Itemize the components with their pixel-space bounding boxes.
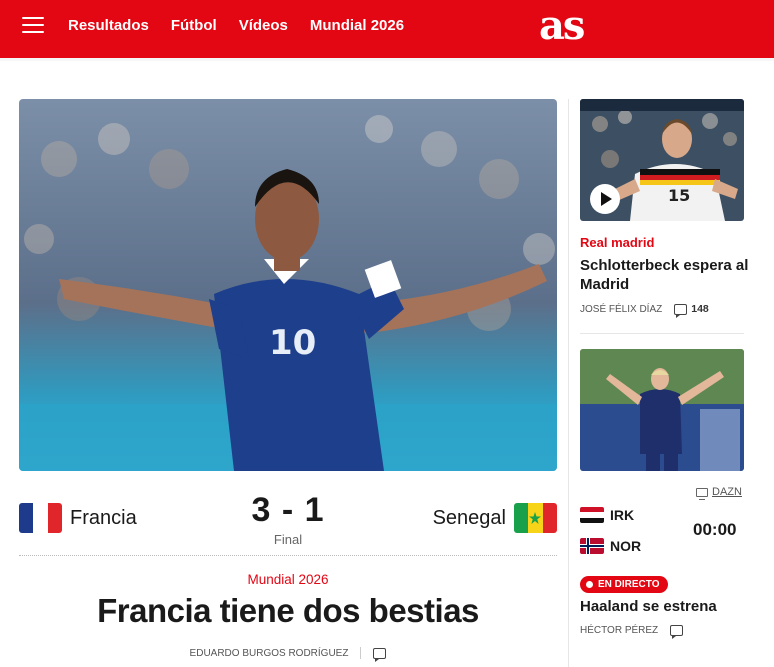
comment-count[interactable]: 148 — [674, 303, 709, 318]
author-name[interactable]: EDUARDO BURGOS RODRÍGUEZ — [190, 648, 349, 659]
side-card-2-title[interactable]: Haaland se estrena — [580, 598, 717, 615]
side-card-1-kicker[interactable]: Real madrid — [580, 235, 654, 250]
tv-channel[interactable]: DAZN — [696, 486, 742, 500]
side-card-2-image[interactable] — [580, 349, 744, 471]
mini-team-1: IRK — [580, 507, 634, 523]
mini-team-2-name: NOR — [610, 538, 642, 554]
svg-text:15: 15 — [668, 186, 690, 205]
top-bar: Resultados Fútbol Vídeos Mundial 2026 as — [0, 0, 774, 61]
comment-icon[interactable] — [670, 625, 684, 639]
column-divider — [568, 99, 569, 667]
play-icon[interactable] — [590, 184, 620, 214]
main-nav: Resultados Fútbol Vídeos Mundial 2026 — [68, 17, 404, 34]
side-card-1-image[interactable]: 15 — [580, 99, 744, 221]
side-card-2-author[interactable]: HÉCTOR PÉREZ — [580, 625, 658, 636]
match-status: Final — [273, 532, 303, 547]
away-team: Senegal — [433, 503, 557, 533]
nav-item-futbol[interactable]: Fútbol — [171, 17, 217, 34]
nav-item-mundial[interactable]: Mundial 2026 — [310, 17, 404, 34]
divider — [360, 647, 362, 659]
comment-count-value: 148 — [691, 303, 709, 315]
senegal-flag-icon — [514, 503, 557, 533]
side-card-1-title[interactable]: Schlotterbeck espera al Madrid — [580, 256, 750, 294]
svg-text:10: 10 — [269, 323, 316, 363]
mini-team-1-name: IRK — [610, 507, 635, 523]
article-byline: EDUARDO BURGOS RODRÍGUEZ — [19, 647, 557, 662]
hero-photo[interactable]: 10 — [19, 99, 557, 471]
comment-icon — [674, 303, 688, 318]
comment-icon[interactable] — [373, 647, 387, 662]
nav-item-resultados[interactable]: Resultados — [68, 17, 149, 34]
site-logo[interactable]: as — [539, 4, 585, 48]
norway-flag-icon — [580, 538, 604, 554]
live-badge[interactable]: EN DIRECTO — [580, 576, 668, 593]
side-card-2-meta: HÉCTOR PÉREZ — [580, 625, 684, 639]
mini-team-2: NOR — [580, 538, 641, 554]
live-badge-label: EN DIRECTO — [598, 579, 660, 590]
tv-icon — [696, 487, 708, 500]
card-divider — [580, 333, 744, 334]
match-scoreboard[interactable]: Francia 3 - 1 Final Senegal — [19, 486, 557, 556]
tv-channel-label: DAZN — [712, 486, 742, 498]
side-card-1-author[interactable]: JOSÉ FÉLIX DÍAZ — [580, 304, 662, 315]
article-headline[interactable]: Francia tiene dos bestias — [19, 592, 557, 630]
away-team-name: Senegal — [432, 506, 506, 529]
live-dot-icon — [586, 581, 593, 588]
article-kicker[interactable]: Mundial 2026 — [19, 572, 557, 587]
menu-icon[interactable] — [22, 17, 44, 35]
iraq-flag-icon — [580, 507, 604, 523]
nav-item-videos[interactable]: Vídeos — [239, 17, 288, 34]
side-card-1-meta: JOSÉ FÉLIX DÍAZ 148 — [580, 303, 709, 318]
match-time: 00:00 — [693, 520, 737, 539]
